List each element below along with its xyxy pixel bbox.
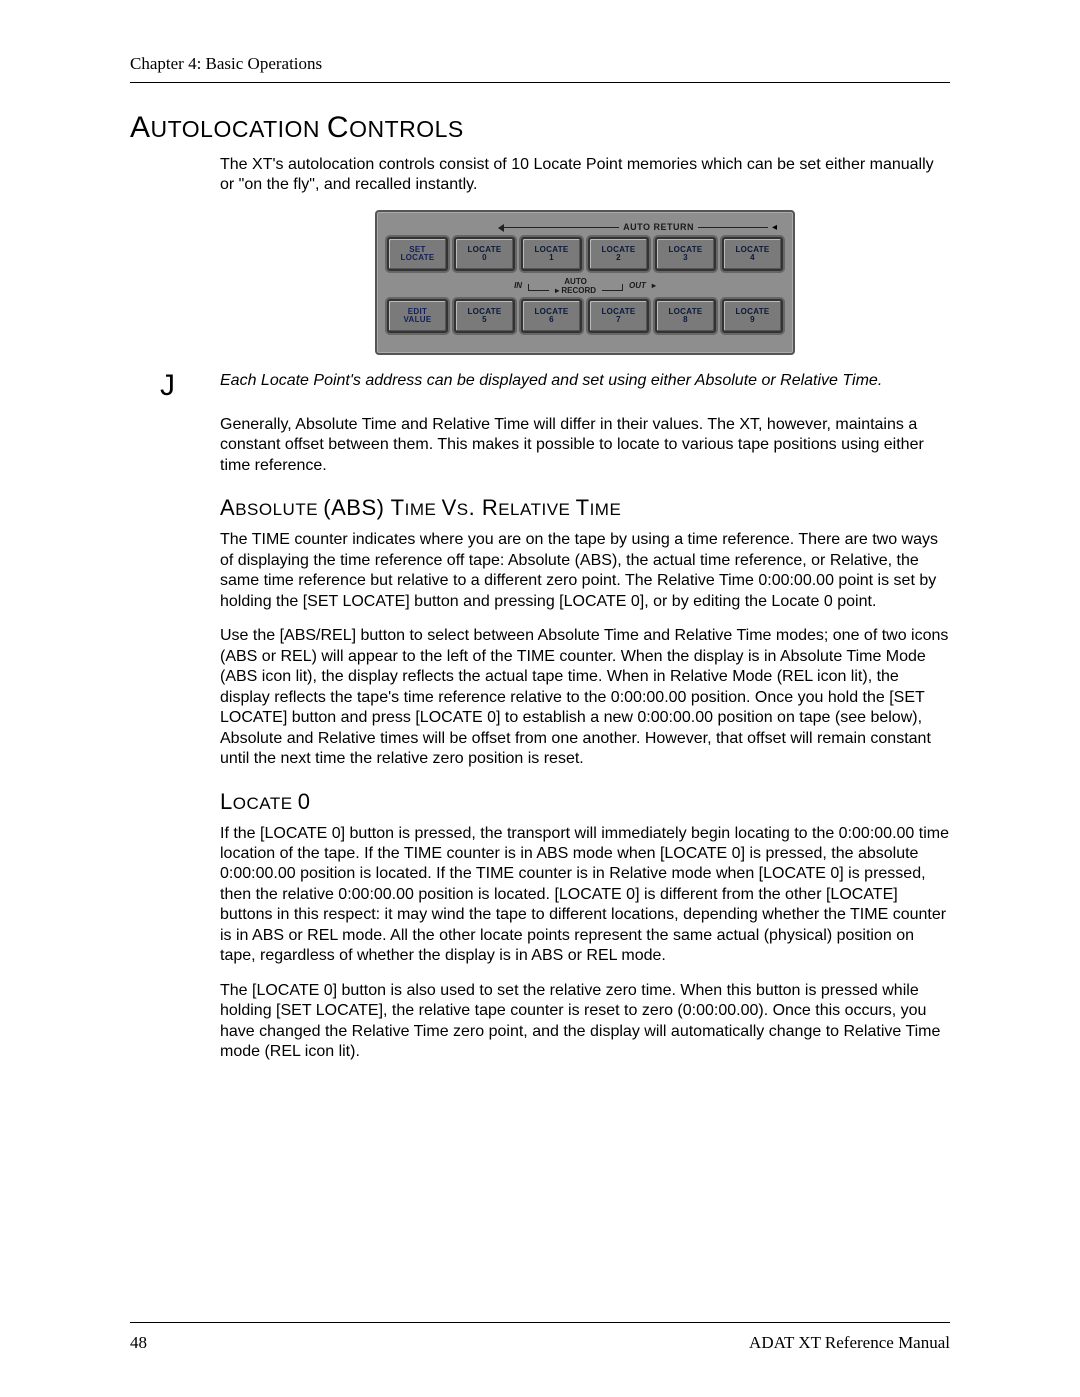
control-panel-figure: AUTO RETURN ◂ SETLOCATE LOCATE0 LOCATE1 … [375, 210, 795, 355]
page-number: 48 [130, 1333, 147, 1353]
section-title-locate-0: LOCATE 0 [220, 788, 950, 816]
locate0-paragraph-2: The [LOCATE 0] button is also used to se… [220, 981, 950, 1063]
set-locate-button[interactable]: SETLOCATE [387, 237, 448, 271]
note-marker: J [160, 371, 220, 401]
abs-rel-paragraph-2: Use the [ABS/REL] button to select betwe… [220, 626, 950, 769]
chapter-header: Chapter 4: Basic Operations [130, 54, 950, 74]
button-row-2: EDITVALUE LOCATE5 LOCATE6 LOCATE7 LOCATE… [387, 299, 783, 333]
locate-1-button[interactable]: LOCATE1 [521, 237, 582, 271]
auto-record-label-row: IN AUTO ▸ RECORD OUT [387, 277, 783, 295]
page-footer: 48 ADAT XT Reference Manual [130, 1322, 950, 1353]
abs-rel-paragraph-1: The TIME counter indicates where you are… [220, 530, 950, 612]
edit-value-button[interactable]: EDITVALUE [387, 299, 448, 333]
locate-3-button[interactable]: LOCATE3 [655, 237, 716, 271]
locate-0-button[interactable]: LOCATE0 [454, 237, 515, 271]
note-text: Each Locate Point's address can be displ… [220, 371, 882, 391]
locate0-paragraph-1: If the [LOCATE 0] button is pressed, the… [220, 824, 950, 967]
section-title-abs-vs-rel: ABSOLUTE (ABS) TIME VS. RELATIVE TIME [220, 494, 950, 522]
locate-8-button[interactable]: LOCATE8 [655, 299, 716, 333]
section-title-autolocation: AUTOLOCATION CONTROLS [130, 111, 950, 145]
header-rule [130, 82, 950, 83]
locate-2-button[interactable]: LOCATE2 [588, 237, 649, 271]
intro-paragraph: The XT's autolocation controls consist o… [220, 155, 950, 196]
footer-rule [130, 1322, 950, 1323]
locate-5-button[interactable]: LOCATE5 [454, 299, 515, 333]
locate-4-button[interactable]: LOCATE4 [722, 237, 783, 271]
auto-return-label-row: AUTO RETURN ◂ [387, 222, 777, 233]
button-row-1: SETLOCATE LOCATE0 LOCATE1 LOCATE2 LOCATE… [387, 237, 783, 271]
auto-return-label: AUTO RETURN [623, 222, 694, 232]
manual-title: ADAT XT Reference Manual [749, 1333, 950, 1353]
page: Chapter 4: Basic Operations AUTOLOCATION… [0, 0, 1080, 1397]
note-row: J Each Locate Point's address can be dis… [130, 371, 950, 401]
locate-6-button[interactable]: LOCATE6 [521, 299, 582, 333]
in-label: IN [514, 281, 522, 290]
locate-7-button[interactable]: LOCATE7 [588, 299, 649, 333]
out-label: OUT [629, 281, 646, 290]
locate-9-button[interactable]: LOCATE9 [722, 299, 783, 333]
paragraph-offset: Generally, Absolute Time and Relative Ti… [220, 415, 950, 476]
